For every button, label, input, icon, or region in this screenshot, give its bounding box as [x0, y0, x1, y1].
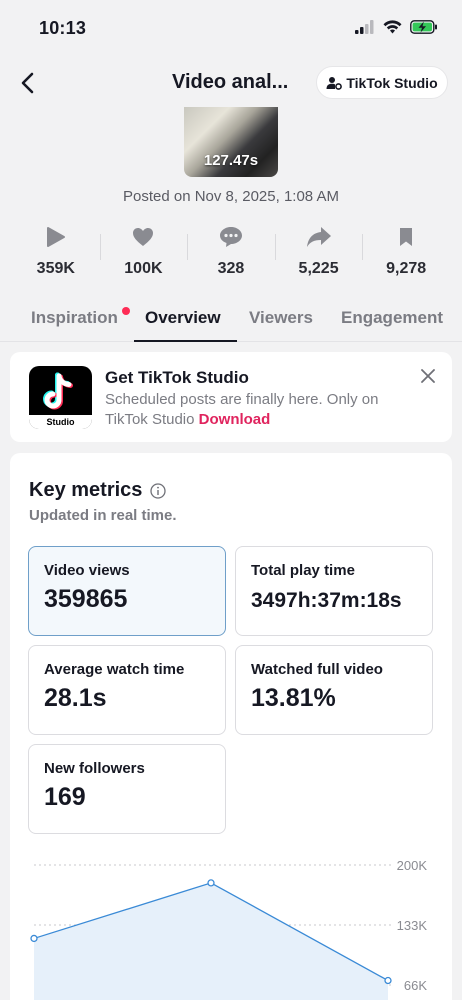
- close-icon: [421, 369, 435, 383]
- data-point[interactable]: [207, 879, 215, 887]
- tiktok-studio-logo: Studio: [29, 366, 92, 429]
- data-point[interactable]: [384, 976, 392, 985]
- tab-engagement[interactable]: Engagement: [341, 308, 443, 328]
- metric-video-views[interactable]: Video views 359865: [28, 546, 226, 636]
- tiktok-note-icon: [43, 372, 73, 410]
- stat-views: 359K: [12, 222, 100, 282]
- metric-value: 359865: [44, 585, 128, 613]
- posted-date: Posted on Nov 8, 2025, 1:08 AM: [123, 188, 339, 205]
- video-thumbnail[interactable]: 127.47s: [184, 107, 278, 177]
- share-icon: [306, 227, 331, 247]
- stat-value: 5,225: [298, 260, 339, 277]
- stat-bookmarks: 9,278: [362, 222, 450, 282]
- status-bar: 10:13: [0, 0, 462, 58]
- metric-label: Video views: [44, 562, 130, 579]
- status-time: 10:13: [39, 18, 87, 38]
- metric-value: 3497h:37m:18s: [251, 589, 402, 612]
- stat-value: 9,278: [386, 260, 427, 277]
- stat-shares: 5,225: [274, 222, 363, 282]
- metric-label: New followers: [44, 760, 145, 777]
- header: Video anal... TikTok Studio: [0, 58, 462, 106]
- play-icon: [46, 227, 65, 247]
- metric-new-followers[interactable]: New followers 169: [28, 744, 226, 834]
- stat-value: 359K: [36, 260, 75, 277]
- metric-label: Total play time: [251, 562, 355, 579]
- y-tick-label: 66K: [404, 978, 427, 993]
- key-metrics-title: Key metrics: [29, 479, 143, 501]
- metric-value: 28.1s: [44, 684, 107, 712]
- info-icon[interactable]: [150, 482, 167, 499]
- active-tab-indicator: [134, 340, 237, 342]
- chart-area: [34, 882, 388, 1000]
- download-link[interactable]: Download: [199, 411, 271, 428]
- y-tick-label: 133K: [397, 918, 428, 933]
- metric-label: Watched full video: [251, 661, 383, 678]
- tab-overview[interactable]: Overview: [145, 308, 221, 328]
- metric-label: Average watch time: [44, 661, 185, 678]
- wifi-icon: [383, 20, 402, 34]
- metric-watched-full-video[interactable]: Watched full video 13.81%: [235, 645, 433, 735]
- logo-studio-tag: Studio: [29, 413, 92, 429]
- tab-inspiration[interactable]: Inspiration: [31, 308, 118, 328]
- comment-icon: [219, 227, 242, 247]
- close-button[interactable]: [418, 366, 438, 386]
- stat-value: 328: [217, 260, 245, 277]
- tiktok-studio-label: TikTok Studio: [346, 74, 438, 91]
- chevron-left-icon: [21, 72, 34, 94]
- video-duration: 127.47s: [203, 152, 259, 169]
- metric-total-play-time[interactable]: Total play time 3497h:37m:18s: [235, 546, 433, 636]
- y-tick-label: 200K: [397, 858, 428, 873]
- metric-value: 169: [44, 783, 86, 811]
- metric-value: 13.81%: [251, 684, 336, 712]
- battery-charging-icon: [410, 20, 437, 34]
- status-icons: [355, 20, 438, 34]
- stat-likes: 100K: [99, 222, 188, 282]
- data-point[interactable]: [30, 934, 38, 943]
- key-metrics-subtitle: Updated in real time.: [29, 507, 177, 524]
- views-chart: 200K 133K 66K: [30, 858, 428, 1000]
- stat-value: 100K: [124, 260, 163, 277]
- stats-row: 359K 100K 328 5,225 9,278: [12, 222, 450, 282]
- person-settings-icon: [326, 76, 343, 90]
- stat-comments: 328: [187, 222, 275, 282]
- tiktok-studio-button[interactable]: TikTok Studio: [316, 66, 448, 99]
- bookmark-icon: [400, 228, 413, 246]
- promo-title: Get TikTok Studio: [105, 368, 249, 387]
- tab-viewers[interactable]: Viewers: [249, 308, 313, 328]
- back-button[interactable]: [14, 68, 40, 98]
- metric-average-watch-time[interactable]: Average watch time 28.1s: [28, 645, 226, 735]
- studio-promo-banner: Studio Get TikTok Studio Scheduled posts…: [10, 352, 452, 442]
- key-metrics-card: Key metrics Updated in real time. Video …: [10, 453, 452, 1000]
- promo-text: Scheduled posts are finally here. Only o…: [105, 390, 425, 430]
- notification-dot: [122, 307, 130, 315]
- key-metrics-heading: Key metrics: [29, 479, 167, 502]
- tab-bar: Inspiration Overview Viewers Engagement: [0, 300, 462, 342]
- page-title: Video anal...: [172, 71, 289, 93]
- signal-icon: [355, 20, 374, 34]
- heart-icon: [133, 228, 154, 246]
